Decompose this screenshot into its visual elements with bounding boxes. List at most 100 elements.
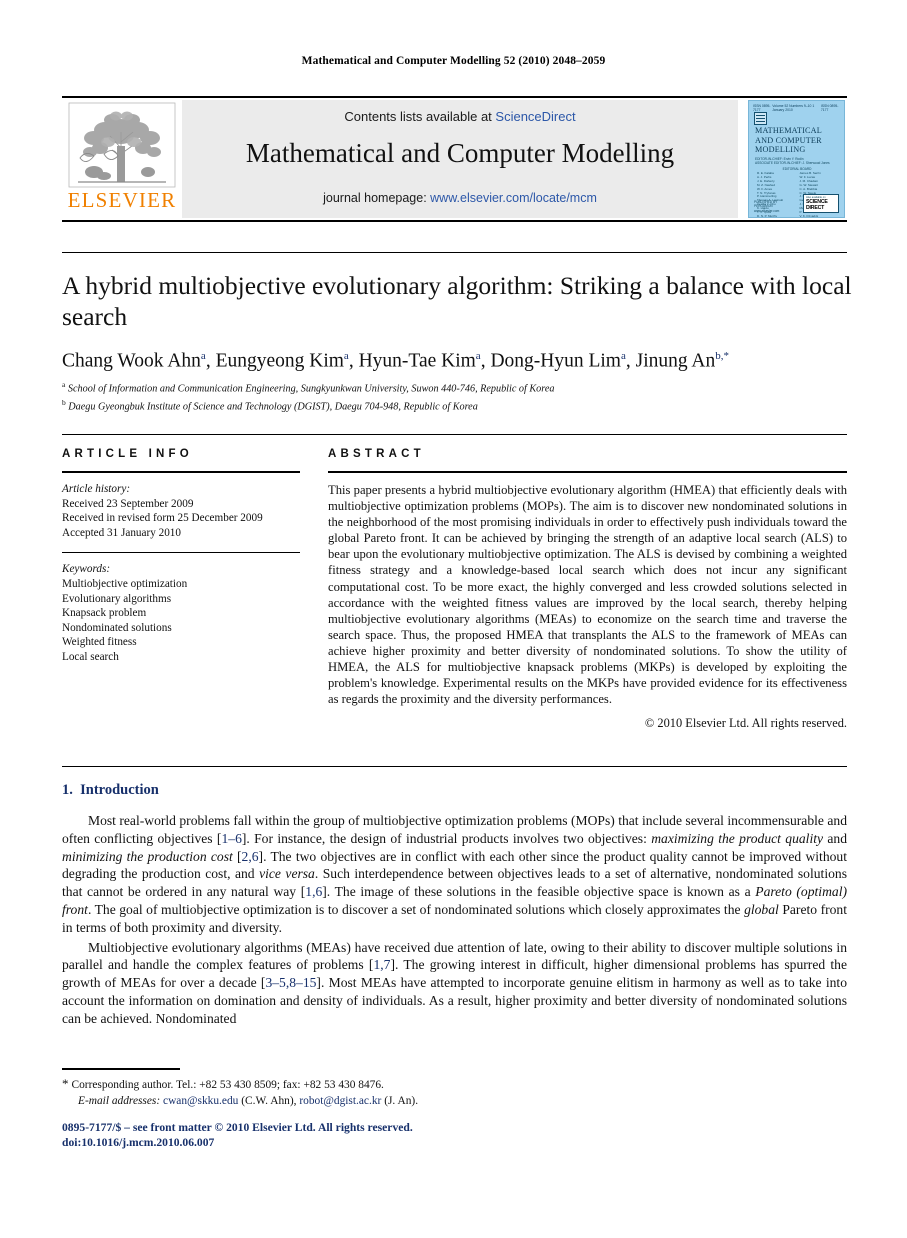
citation-ref[interactable]: 1–6: [221, 831, 241, 846]
keyword-item: Local search: [62, 650, 119, 663]
citation-ref[interactable]: 1,6: [305, 884, 322, 899]
author-mark: a: [620, 350, 626, 362]
emphasis-run: maximizing the product quality: [651, 830, 824, 846]
cover-issn-left: ISSN 0895-7177: [753, 103, 771, 112]
keywords-heading: Keywords:: [62, 563, 111, 576]
author-name: Hyun-Tae Kim: [358, 350, 476, 372]
masthead-bottom-rule: [62, 220, 847, 222]
masthead-top-rule: [62, 96, 847, 98]
email-link[interactable]: robot@dgist.ac.kr: [299, 1095, 381, 1107]
cover-sciencedirect-badge: Also available on SCIENCE DIRECT: [803, 194, 839, 213]
text-run: and: [823, 830, 847, 846]
affiliation-item: b Daegu Gyeongbuk Institute of Science a…: [62, 396, 857, 414]
author-name: Eungyeong Kim: [215, 350, 344, 372]
asterisk-icon: *: [62, 1076, 69, 1091]
cover-title: MATHEMATICAL AND COMPUTER MODELLING: [755, 126, 822, 154]
keyword-item: Weighted fitness: [62, 636, 137, 649]
paragraph: Multiobjective evolutionary algorithms (…: [62, 939, 847, 1028]
section-heading-introduction: 1. Introduction: [62, 782, 159, 799]
journal-cover-thumbnail: ISSN 0895-7177 Volume 52 Numbers 9–10 1 …: [748, 100, 845, 218]
affiliation-text: School of Information and Communication …: [67, 383, 555, 395]
journal-masthead: ELSEVIER Contents lists available at Sci…: [62, 96, 847, 222]
contents-prefix: Contents lists available at: [344, 109, 496, 124]
elsevier-wordmark: ELSEVIER: [67, 188, 177, 212]
journal-homepage-line: journal homepage: www.elsevier.com/locat…: [182, 191, 738, 205]
section-number: 1.: [62, 782, 73, 798]
keywords-group: Keywords: Multiobjective optimization Ev…: [62, 562, 300, 664]
imprint-block: 0895-7177/$ – see front matter © 2010 El…: [62, 1121, 662, 1150]
citation-ref[interactable]: 3–5,8–15: [265, 975, 316, 990]
abstract-rule: [328, 471, 847, 473]
article-info-rule: [62, 471, 300, 473]
article-info-label: ARTICLE INFO: [62, 448, 193, 460]
keyword-item: Multiobjective optimization: [62, 577, 188, 590]
section-title: Introduction: [80, 782, 159, 798]
author-name: Dong-Hyun Lim: [490, 350, 621, 372]
article-history-group: Article history: Received 23 September 2…: [62, 482, 300, 540]
journal-homepage-link[interactable]: www.elsevier.com/locate/mcm: [430, 191, 597, 205]
doi-link[interactable]: doi:10.1016/j.mcm.2010.06.007: [62, 1136, 662, 1151]
email-link[interactable]: cwan@skku.edu: [163, 1095, 238, 1107]
email-line: E-mail addresses: cwan@skku.edu (C.W. Ah…: [78, 1094, 419, 1107]
emphasis-run: vice versa: [259, 866, 315, 882]
copyright-line: © 2010 Elsevier Ltd. All rights reserved…: [644, 716, 847, 731]
cover-top-bar: ISSN 0895-7177 Volume 52 Numbers 9–10 1 …: [753, 103, 840, 112]
author-name: Jinung An: [635, 350, 716, 372]
keyword-item: Evolutionary algorithms: [62, 592, 172, 605]
page-title: A hybrid multiobjective evolutionary alg…: [62, 271, 852, 331]
text-run: [: [232, 848, 242, 864]
info-bottom-rule: [62, 766, 847, 767]
text-run: ]. For instance, the design of industria…: [241, 830, 652, 846]
emphasis-run: minimizing the production cost: [62, 848, 233, 864]
text-run: . The goal of multiobjective optimizatio…: [87, 901, 745, 917]
abstract-text: This paper presents a hybrid multiobject…: [328, 483, 847, 707]
text-run: ]. The image of these solutions in the f…: [322, 884, 756, 900]
author-mark: a: [343, 350, 349, 362]
author-mark: b,*: [715, 350, 729, 362]
running-head: Mathematical and Computer Modelling 52 (…: [301, 55, 606, 67]
keywords-divider: [62, 552, 300, 554]
abstract-label: ABSTRACT: [328, 448, 425, 460]
author-mark: a: [200, 350, 206, 362]
author-name: Chang Wook Ahn: [62, 350, 201, 372]
affiliation-list: a School of Information and Communicatio…: [62, 378, 857, 414]
article-info-column: ARTICLE INFO Article history: Received 2…: [62, 448, 300, 665]
title-top-rule: [62, 252, 847, 253]
cover-volume: Volume 52 Numbers 9–10 1 January 2010: [772, 103, 815, 112]
history-item: Received 23 September 2009: [62, 497, 194, 510]
email-owner: (C.W. Ahn): [241, 1094, 294, 1107]
keyword-item: Nondominated solutions: [62, 621, 172, 634]
cover-editors: EDITOR-IN-CHIEF: Ervin Y. Rodin ASSOCIAT…: [755, 157, 830, 166]
contents-lists-line: Contents lists available at ScienceDirec…: [182, 109, 738, 124]
journal-banner: Contents lists available at ScienceDirec…: [182, 100, 738, 218]
cover-footer: PUBLISHED BY PERGAMON www.elsevier.com A…: [754, 194, 839, 213]
emphasis-run: global: [744, 901, 779, 917]
email-owner: (J. An).: [384, 1094, 419, 1107]
affiliation-text: Daegu Gyeongbuk Institute of Science and…: [68, 401, 478, 413]
cover-badge-main: SCIENCE DIRECT: [806, 199, 828, 211]
author-mark: a: [475, 350, 481, 362]
abstract-column: ABSTRACT This paper presents a hybrid mu…: [328, 448, 847, 731]
corresponding-author-text: Corresponding author. Tel.: +82 53 430 8…: [71, 1079, 384, 1091]
email-label: E-mail addresses:: [78, 1094, 161, 1107]
info-top-rule: [62, 434, 847, 435]
affiliation-mark: b: [62, 397, 66, 407]
citation-ref[interactable]: 2,6: [242, 849, 259, 864]
affiliation-item: a School of Information and Communicatio…: [62, 378, 857, 396]
sciencedirect-link[interactable]: ScienceDirect: [495, 109, 575, 124]
article-history-heading: Article history:: [62, 483, 131, 495]
elsevier-tree-icon: ELSEVIER: [64, 102, 178, 216]
corresponding-author-line: * Corresponding author. Tel.: +82 53 430 …: [62, 1076, 662, 1094]
cover-logo-icon: [754, 112, 767, 125]
cover-issn-right: ISSN 0895-7177: [820, 103, 839, 112]
imprint-line: 0895-7177/$ – see front matter © 2010 El…: [62, 1121, 413, 1134]
cover-publisher: PUBLISHED BY PERGAMON www.elsevier.com: [754, 199, 780, 213]
history-item: Received in revised form 25 December 200…: [62, 512, 263, 525]
paragraph: Most real-world problems fall within the…: [62, 812, 847, 937]
homepage-prefix: journal homepage:: [323, 191, 431, 205]
paper-page: Mathematical and Computer Modelling 52 (…: [0, 0, 907, 1238]
author-list: Chang Wook Ahna, Eungyeong Kima, Hyun-Ta…: [62, 350, 729, 372]
citation-ref[interactable]: 1,7: [373, 957, 390, 972]
affiliation-mark: a: [62, 380, 66, 389]
history-item: Accepted 31 January 2010: [62, 526, 181, 539]
